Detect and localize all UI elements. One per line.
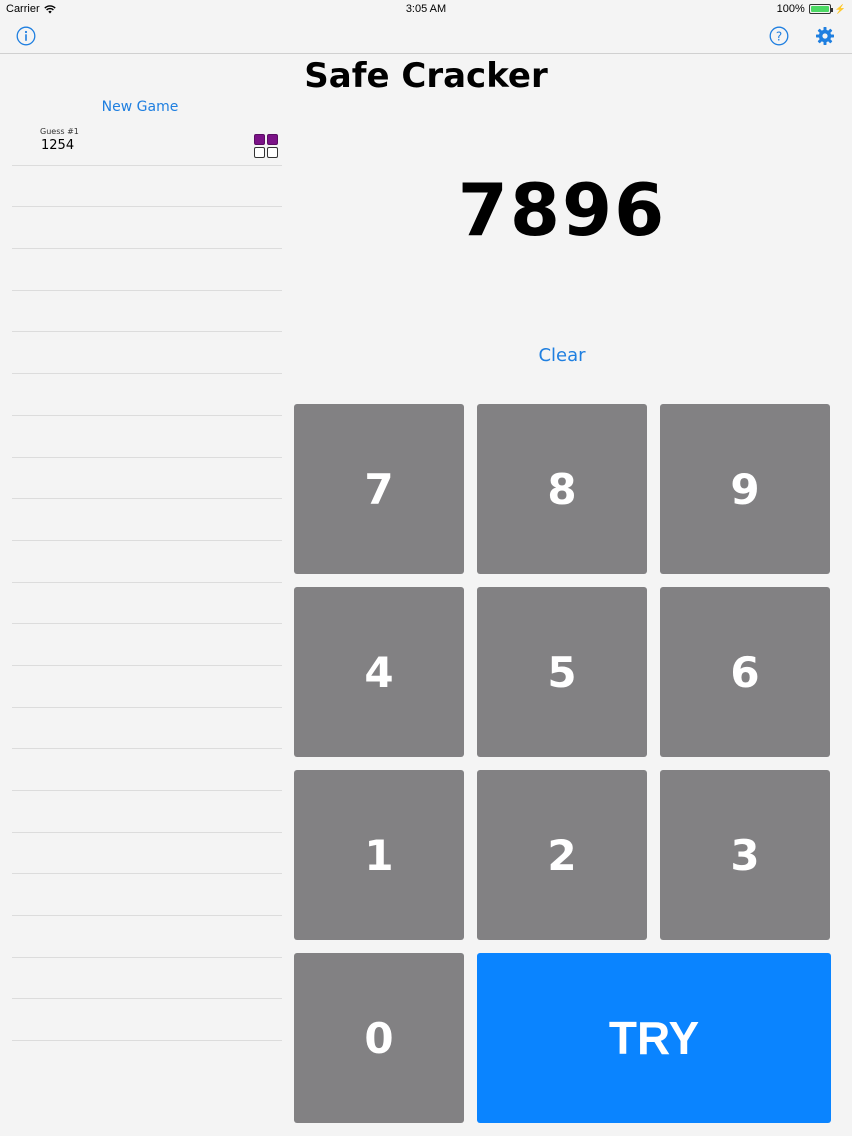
empty-row — [12, 541, 282, 583]
current-guess-display: 7896 — [457, 168, 667, 252]
empty-row — [12, 416, 282, 458]
status-bar: Carrier 3:05 AM 100% ⚡ — [0, 0, 852, 18]
empty-row — [12, 499, 282, 541]
page-title: Safe Cracker — [304, 56, 548, 96]
peg-empty — [267, 147, 278, 158]
key-7[interactable]: 7 — [294, 404, 464, 574]
empty-row — [12, 291, 282, 333]
empty-row — [12, 791, 282, 833]
key-3[interactable]: 3 — [660, 770, 830, 940]
charging-icon: ⚡ — [834, 3, 846, 14]
empty-row — [12, 374, 282, 416]
key-4[interactable]: 4 — [294, 587, 464, 757]
key-8[interactable]: 8 — [477, 404, 647, 574]
key-6[interactable]: 6 — [660, 587, 830, 757]
peg-correct — [254, 134, 265, 145]
key-0[interactable]: 0 — [294, 953, 464, 1123]
key-1[interactable]: 1 — [294, 770, 464, 940]
empty-row — [12, 583, 282, 625]
gear-icon[interactable] — [814, 25, 836, 47]
key-9[interactable]: 9 — [660, 404, 830, 574]
status-right: 100% ⚡ — [777, 3, 846, 15]
try-button[interactable]: TRY — [477, 953, 831, 1123]
new-game-button[interactable]: New Game — [60, 99, 220, 115]
empty-row — [12, 833, 282, 875]
clear-button[interactable]: Clear — [500, 345, 624, 366]
guess-number-label: Guess #1 — [40, 127, 79, 136]
help-icon[interactable]: ? — [768, 25, 790, 47]
peg-empty — [254, 147, 265, 158]
key-2[interactable]: 2 — [477, 770, 647, 940]
battery-icon — [808, 4, 833, 14]
empty-row — [12, 666, 282, 708]
clock: 3:05 AM — [405, 3, 447, 15]
svg-text:?: ? — [776, 29, 782, 43]
guess-row: Guess #1 1254 — [12, 124, 282, 166]
guess-value: 1254 — [41, 138, 75, 153]
guess-list: Guess #1 1254 — [12, 124, 282, 1042]
empty-row — [12, 708, 282, 750]
navigation-bar: ? — [0, 18, 852, 54]
empty-row — [12, 624, 282, 666]
empty-row — [12, 999, 282, 1042]
empty-row — [12, 207, 282, 250]
key-5[interactable]: 5 — [477, 587, 647, 757]
empty-row — [12, 332, 282, 375]
empty-row — [12, 166, 282, 208]
battery-percent: 100% — [776, 3, 805, 15]
info-icon[interactable] — [15, 25, 37, 47]
peg-correct — [267, 134, 278, 145]
empty-row — [12, 958, 282, 1000]
empty-row — [12, 874, 282, 917]
empty-row — [12, 749, 282, 791]
empty-row — [12, 458, 282, 500]
feedback-pegs — [254, 134, 278, 158]
empty-row — [12, 249, 282, 291]
empty-row — [12, 916, 282, 958]
